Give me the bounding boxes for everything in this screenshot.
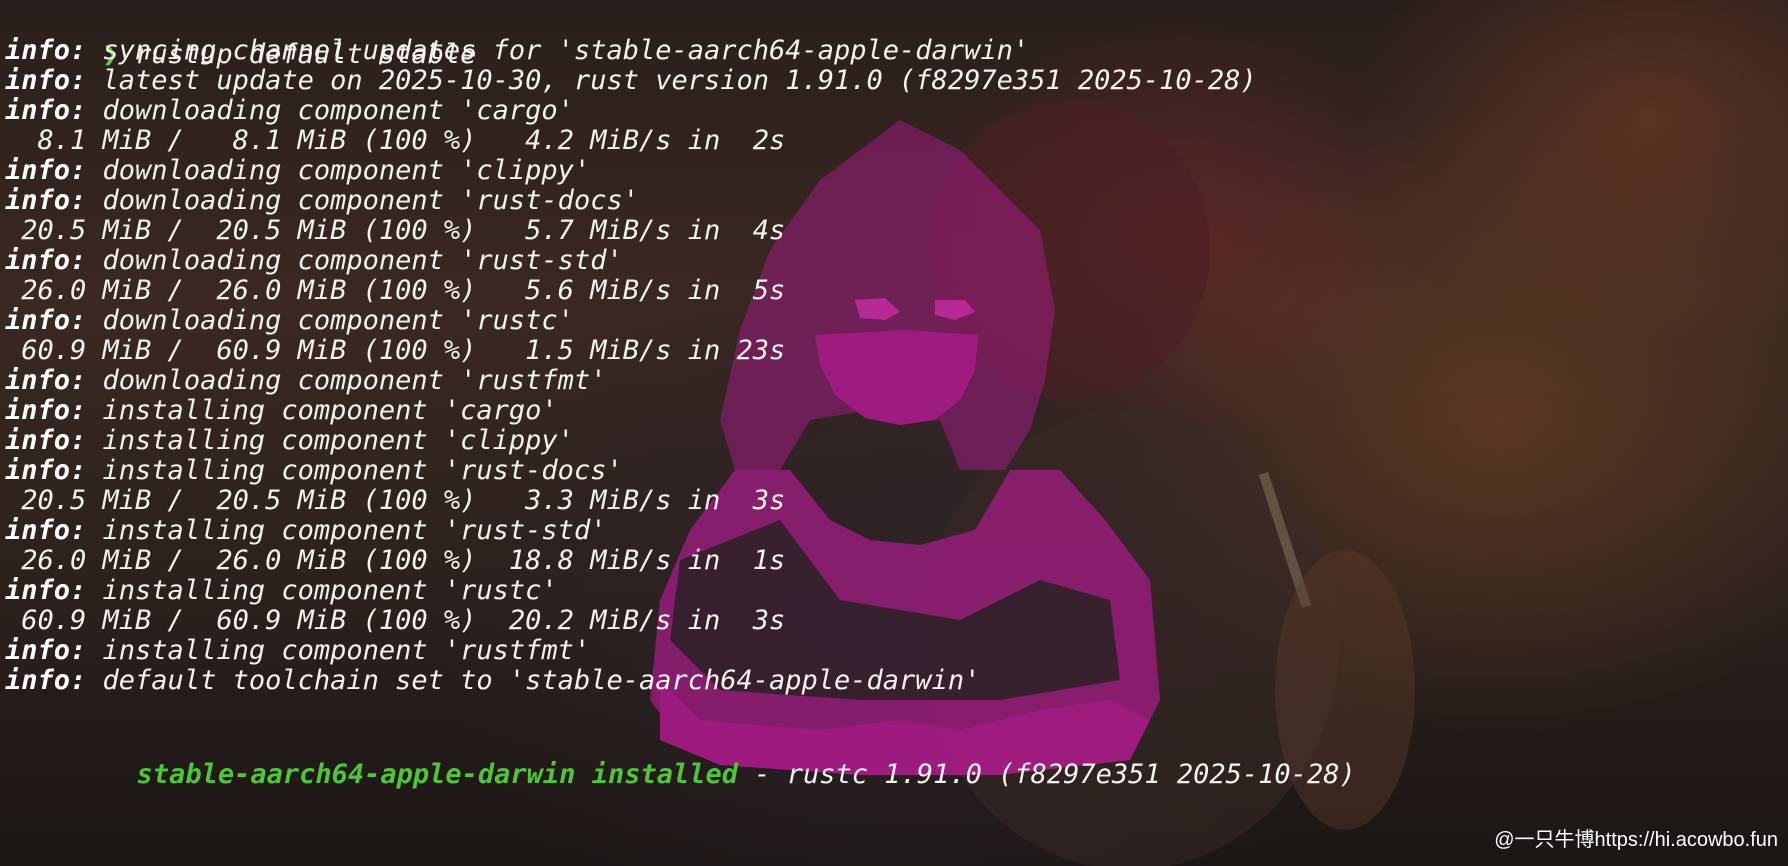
output-text: downloading component 'rustc': [86, 305, 574, 336]
output-text: downloading component 'rust-std': [86, 245, 623, 276]
output-text: 8.1 MiB / 8.1 MiB (100 %) 4.2 MiB/s in 2…: [5, 125, 786, 156]
output-line: info: installing component 'rust-docs': [5, 454, 623, 488]
info-prefix: info:: [5, 95, 87, 126]
output-text: installing component 'rust-docs': [86, 455, 623, 486]
progress-line: 8.1 MiB / 8.1 MiB (100 %) 4.2 MiB/s in 2…: [5, 124, 786, 158]
info-prefix: info:: [5, 35, 87, 66]
terminal-window[interactable]: ❯ rustup default stable info: syncing ch…: [0, 0, 1788, 866]
progress-line: 20.5 MiB / 20.5 MiB (100 %) 5.7 MiB/s in…: [5, 214, 785, 248]
output-text: downloading component 'clippy': [86, 155, 591, 186]
info-prefix: info:: [5, 245, 87, 276]
output-text: installing component 'rustfmt': [86, 635, 591, 666]
output-text: installing component 'clippy': [86, 425, 574, 456]
output-line: info: downloading component 'cargo': [5, 94, 574, 128]
output-line: info: latest update on 2025-10-30, rust …: [5, 64, 1257, 98]
progress-line: 26.0 MiB / 26.0 MiB (100 %) 18.8 MiB/s i…: [5, 544, 785, 578]
output-line: info: downloading component 'rust-std': [5, 244, 623, 278]
output-text: 20.5 MiB / 20.5 MiB (100 %) 5.7 MiB/s in…: [5, 215, 786, 246]
output-text: syncing channel updates for 'stable-aarc…: [86, 35, 1030, 66]
output-text: downloading component 'rust-docs': [86, 185, 639, 216]
output-text: installing component 'cargo': [86, 395, 558, 426]
output-line: info: syncing channel updates for 'stabl…: [5, 34, 1029, 68]
terminal-output[interactable]: ❯ rustup default stable info: syncing ch…: [0, 0, 1788, 866]
output-line: info: downloading component 'clippy': [5, 154, 590, 188]
info-prefix: info:: [5, 65, 87, 96]
output-line: info: downloading component 'rustc': [5, 304, 574, 338]
output-text: 26.0 MiB / 26.0 MiB (100 %) 5.6 MiB/s in…: [5, 275, 786, 306]
info-prefix: info:: [5, 635, 87, 666]
output-line: info: installing component 'rustc': [5, 574, 558, 608]
output-text: default toolchain set to 'stable-aarch64…: [86, 665, 981, 696]
summary-line: stable-aarch64-apple-darwin installed - …: [39, 724, 1356, 790]
info-prefix: info:: [5, 425, 87, 456]
info-prefix: info:: [5, 665, 87, 696]
progress-line: 60.9 MiB / 60.9 MiB (100 %) 20.2 MiB/s i…: [5, 604, 785, 638]
info-prefix: info:: [5, 305, 87, 336]
output-text: 60.9 MiB / 60.9 MiB (100 %) 20.2 MiB/s i…: [5, 605, 786, 636]
info-prefix: info:: [5, 455, 87, 486]
info-prefix: info:: [5, 395, 87, 426]
output-text: downloading component 'cargo': [86, 95, 574, 126]
progress-line: 60.9 MiB / 60.9 MiB (100 %) 1.5 MiB/s in…: [5, 334, 785, 368]
toolchain-installed-status: stable-aarch64-apple-darwin installed: [136, 759, 738, 790]
output-text: 20.5 MiB / 20.5 MiB (100 %) 3.3 MiB/s in…: [5, 485, 786, 516]
watermark-text: @一只牛博https://hi.acowbo.fun: [1494, 829, 1778, 851]
output-text: 60.9 MiB / 60.9 MiB (100 %) 1.5 MiB/s in…: [5, 335, 786, 366]
output-line: info: installing component 'clippy': [5, 424, 574, 458]
output-text: 26.0 MiB / 26.0 MiB (100 %) 18.8 MiB/s i…: [5, 545, 786, 576]
progress-line: 26.0 MiB / 26.0 MiB (100 %) 5.6 MiB/s in…: [5, 274, 785, 308]
output-text: installing component 'rustc': [86, 575, 558, 606]
output-text: installing component 'rust-std': [86, 515, 607, 546]
info-prefix: info:: [5, 155, 87, 186]
info-prefix: info:: [5, 515, 87, 546]
rustc-version-detail: - rustc 1.91.0 (f8297e351 2025-10-28): [738, 759, 1356, 790]
output-line: info: installing component 'rust-std': [5, 514, 606, 548]
output-text: downloading component 'rustfmt': [86, 365, 607, 396]
info-prefix: info:: [5, 365, 87, 396]
info-prefix: info:: [5, 575, 87, 606]
output-line: info: downloading component 'rustfmt': [5, 364, 606, 398]
output-text: latest update on 2025-10-30, rust versio…: [86, 65, 1257, 96]
output-line: info: default toolchain set to 'stable-a…: [5, 664, 980, 698]
output-line: info: installing component 'cargo': [5, 394, 558, 428]
info-prefix: info:: [5, 185, 87, 216]
progress-line: 20.5 MiB / 20.5 MiB (100 %) 3.3 MiB/s in…: [5, 484, 785, 518]
output-line: info: downloading component 'rust-docs': [5, 184, 639, 218]
output-line: info: installing component 'rustfmt': [5, 634, 590, 668]
command-line[interactable]: ❯ rustup default stable: [5, 4, 477, 70]
